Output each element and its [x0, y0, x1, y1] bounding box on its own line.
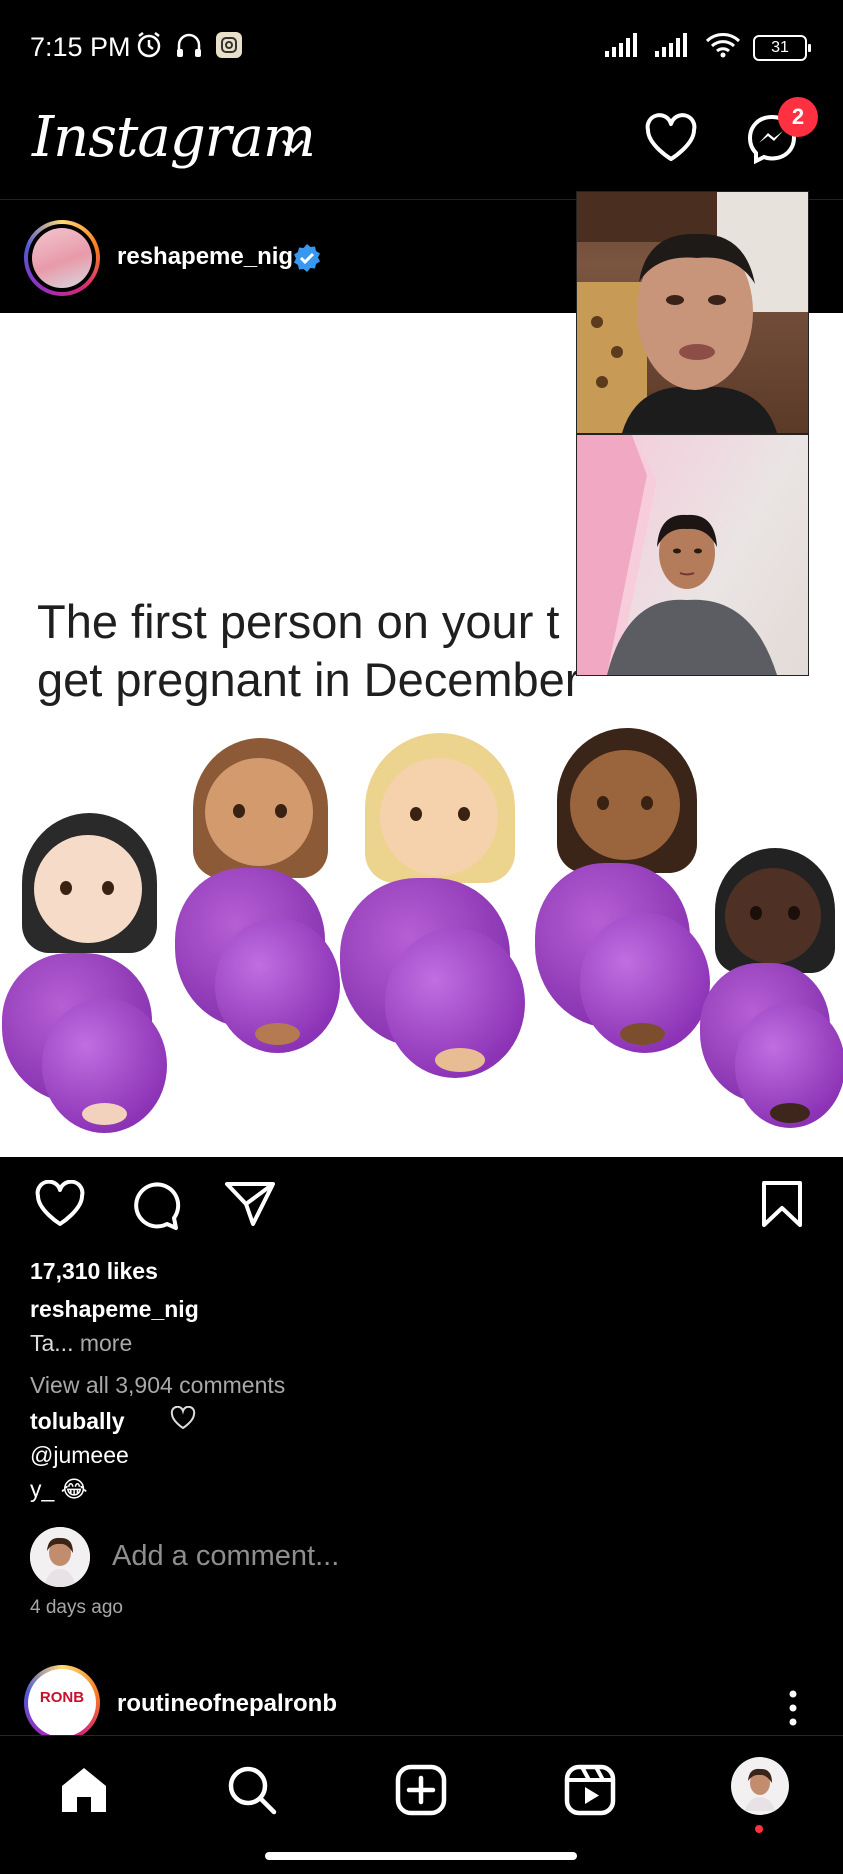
search-icon[interactable] [226, 1764, 278, 1821]
alarm-icon [134, 30, 164, 65]
reels-icon[interactable] [564, 1764, 616, 1821]
comment-username[interactable]: tolubally [30, 1408, 125, 1435]
instagram-notification-icon [214, 30, 244, 65]
verified-badge-icon [292, 243, 322, 278]
self-video-feed[interactable] [577, 435, 808, 675]
likes-count[interactable]: 17,310 likes [30, 1258, 158, 1285]
instagram-logo[interactable]: Instagram [32, 105, 316, 170]
headphones-icon [174, 30, 204, 65]
signal-icon [605, 33, 643, 62]
pregnant-woman-emoji [340, 733, 530, 1088]
status-icons-left [134, 30, 244, 65]
profile-avatar[interactable] [730, 1756, 790, 1821]
next-post-avatar[interactable]: RONB [28, 1669, 96, 1737]
pregnant-woman-emoji [700, 848, 843, 1148]
current-user-avatar [30, 1527, 90, 1587]
create-post-icon[interactable] [395, 1764, 447, 1821]
caption-username[interactable]: reshapeme_nig [30, 1296, 199, 1323]
like-heart-icon[interactable] [34, 1179, 86, 1233]
pregnant-woman-emoji [175, 738, 340, 1068]
pregnant-woman-emoji [2, 813, 167, 1143]
caption-more-link[interactable]: more [73, 1330, 132, 1356]
meme-caption: The first person on your t get pregnant … [37, 595, 581, 706]
wifi-icon [705, 32, 741, 63]
home-indicator[interactable] [265, 1852, 577, 1860]
battery-icon: 31 [753, 34, 811, 61]
post-avatar[interactable] [32, 228, 92, 288]
more-options-icon[interactable] [786, 1688, 800, 1733]
comment-text-line: @jumeee [30, 1442, 129, 1468]
caption-text: Ta... more [30, 1330, 133, 1356]
post-username[interactable]: reshapeme_nig [117, 243, 293, 271]
pregnant-woman-emoji [535, 728, 710, 1068]
remote-video-feed[interactable] [577, 192, 808, 433]
next-post-username[interactable]: routineofnepalronb [117, 1690, 337, 1718]
comment-like-heart-icon[interactable] [170, 1405, 196, 1435]
save-bookmark-icon[interactable] [760, 1180, 804, 1233]
comment-text-line: y_ 😂 [30, 1476, 88, 1502]
status-time: 7:15 PM [30, 32, 131, 62]
post-timestamp: 4 days ago [30, 1597, 123, 1618]
comment-icon[interactable] [130, 1180, 182, 1237]
video-call-overlay[interactable] [576, 191, 809, 676]
home-icon[interactable] [58, 1764, 110, 1821]
messenger-badge: 2 [778, 97, 818, 137]
add-comment-input[interactable]: Add a comment... [112, 1540, 339, 1573]
notifications-heart-icon[interactable] [644, 113, 698, 168]
share-send-icon[interactable] [224, 1180, 276, 1233]
profile-notification-dot [755, 1825, 763, 1833]
chevron-down-icon[interactable] [280, 138, 306, 159]
view-all-comments-link[interactable]: View all 3,904 comments [30, 1372, 285, 1399]
signal-icon [655, 33, 693, 62]
status-icons-right: 31 [605, 32, 811, 63]
